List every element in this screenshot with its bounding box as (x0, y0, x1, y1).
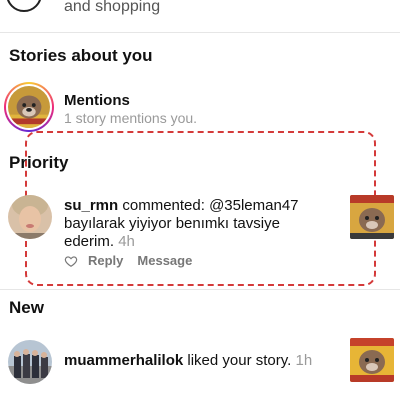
dog-avatar-image (8, 86, 50, 128)
heart-icon[interactable] (64, 254, 78, 268)
user-avatar-su-rmn[interactable] (8, 195, 52, 239)
mentions-subtitle: 1 story mentions you. (64, 110, 198, 126)
user-avatar-muammerhalilok[interactable] (8, 340, 52, 384)
section-title-new: New (9, 298, 44, 317)
reply-button[interactable]: Reply (88, 253, 123, 268)
story-thumbnail-priority[interactable] (350, 195, 394, 239)
new-username[interactable]: muammerhalilok (64, 352, 183, 369)
new-message: liked your story. (187, 352, 292, 369)
new-notification[interactable]: muammerhalilok liked your story. 1h (64, 352, 312, 369)
previous-notification-text: and shopping (64, 0, 161, 15)
divider (0, 32, 400, 33)
mentions-title[interactable]: Mentions (64, 92, 130, 109)
comment-time: 4h (118, 233, 135, 250)
section-title-stories: Stories about you (9, 46, 153, 65)
priority-comment[interactable]: su_rmn commented: @35leman47 bayılarak y… (64, 197, 304, 251)
message-button[interactable]: Message (137, 253, 192, 268)
profile-avatar-outline (6, 0, 42, 12)
story-thumbnail-new[interactable] (350, 338, 394, 382)
new-time: 1h (295, 352, 313, 369)
story-avatar[interactable] (4, 82, 54, 132)
comment-actions: Reply Message (64, 253, 206, 268)
previous-notification[interactable]: and shopping (0, 0, 400, 24)
divider (0, 289, 400, 290)
comment-username[interactable]: su_rmn (64, 197, 118, 214)
